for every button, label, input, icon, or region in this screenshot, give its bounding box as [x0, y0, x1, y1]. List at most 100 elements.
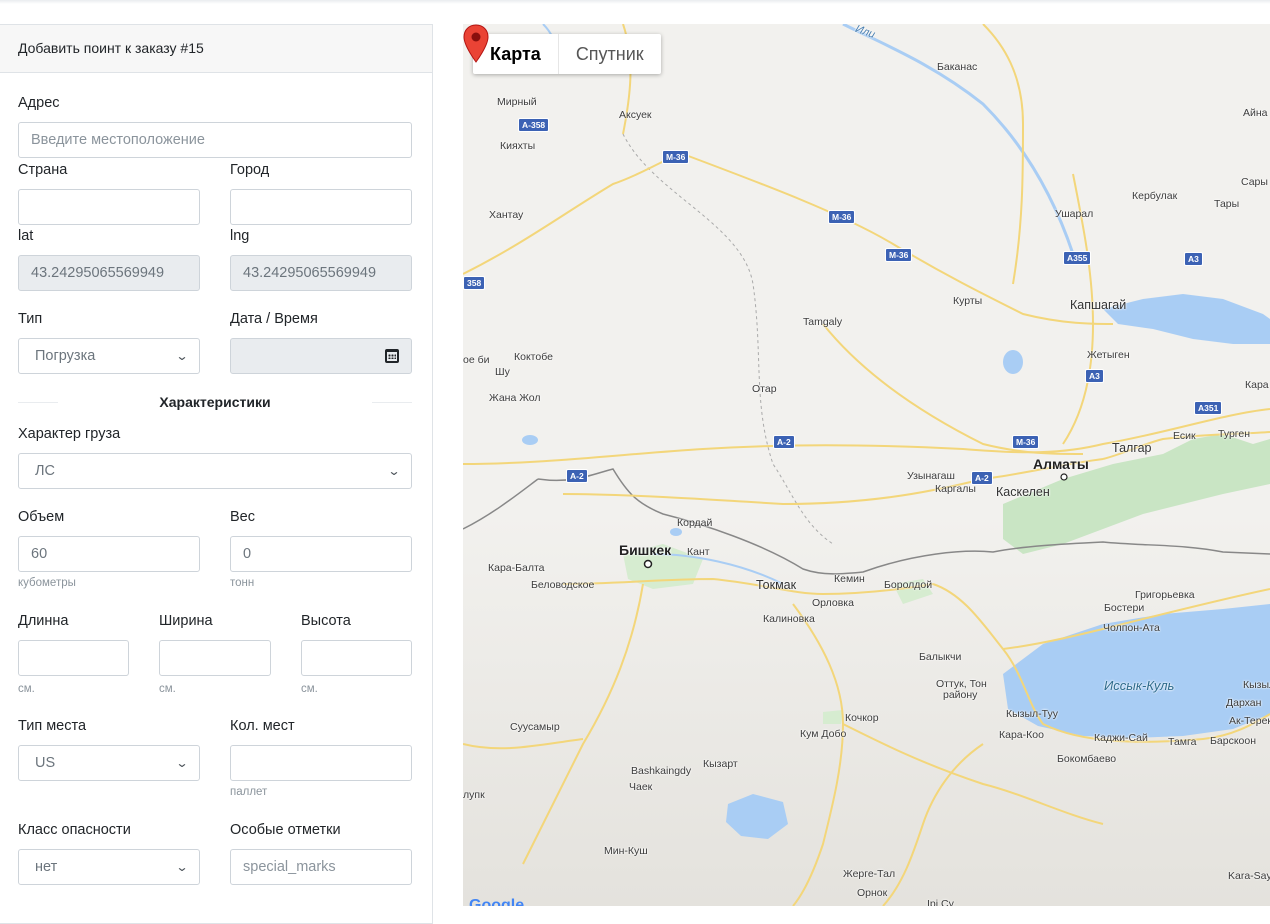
place-type-select[interactable]: US ⌄	[18, 745, 200, 781]
place-label: Сары	[1241, 176, 1268, 188]
datetime-label: Дата / Время	[230, 311, 318, 327]
place-label: Кызарт	[703, 758, 738, 770]
type-select[interactable]: Погрузка ⌄	[18, 338, 200, 374]
country-input[interactable]	[18, 189, 200, 225]
road-shield: A3	[1184, 252, 1203, 266]
place-label: Кияхты	[500, 140, 536, 152]
hazard-class-select[interactable]: нет ⌄	[18, 849, 200, 885]
place-label: Чолпон-Ата	[1103, 622, 1160, 634]
place-label: Кызыл-Туу	[1006, 708, 1058, 720]
place-label: Каскелен	[996, 485, 1050, 499]
place-label: Кочкор	[845, 712, 879, 724]
section-title: Характеристики	[159, 394, 271, 410]
google-logo[interactable]: Google	[469, 897, 524, 906]
place-label: Орловка	[812, 597, 854, 609]
place-label: Кемин	[834, 573, 865, 585]
weight-unit: тонн	[230, 577, 255, 589]
place-label: Чаек	[629, 781, 653, 793]
cargo-nature-value: ЛС	[35, 463, 55, 479]
place-label: Талгар	[1112, 441, 1152, 455]
chevron-down-icon: ⌄	[175, 756, 189, 770]
country-label: Страна	[18, 162, 68, 178]
forest-area	[823, 710, 843, 724]
place-label: Каргалы	[935, 483, 976, 495]
lat-input[interactable]: 43.24295065569949	[18, 255, 200, 291]
place-label: Жана Жол	[489, 392, 541, 404]
small-lake	[670, 528, 682, 536]
place-label: Кара-Коо	[999, 729, 1044, 741]
place-label: Каджи-Сай	[1094, 732, 1148, 744]
hazard-class-value: нет	[35, 859, 58, 875]
place-label: Kara-Say	[1228, 870, 1270, 882]
road-shield: M-36	[885, 248, 913, 262]
place-label: Жетыген	[1087, 349, 1130, 361]
height-label: Высота	[301, 613, 351, 629]
place-label: Григорьевка	[1135, 589, 1195, 601]
datetime-input[interactable]	[230, 338, 412, 374]
map-type-satellite-button[interactable]: Спутник	[559, 34, 661, 74]
place-label: ое би	[463, 354, 490, 366]
place-label: Дархан	[1226, 697, 1262, 709]
volume-unit: кубометры	[18, 577, 76, 589]
place-label: Есик	[1173, 430, 1196, 442]
place-label: Bashkaingdy	[631, 765, 692, 777]
road-shield: M-36	[662, 150, 690, 164]
road-shield: A3	[1085, 369, 1104, 383]
weight-input[interactable]: 0	[230, 536, 412, 572]
place-label: Беловодское	[531, 579, 595, 591]
volume-input[interactable]: 60	[18, 536, 200, 572]
small-lake	[522, 435, 538, 445]
place-label: Барскоон	[1210, 735, 1257, 747]
road-shield: A-2	[773, 435, 795, 449]
address-input[interactable]: Введите местоположение	[18, 122, 412, 158]
special-marks-label: Особые отметки	[230, 822, 341, 838]
place-label: Тары	[1214, 198, 1240, 210]
special-marks-input[interactable]: special_marks	[230, 849, 412, 885]
location-pin-icon[interactable]	[463, 24, 489, 64]
place-label: Токмак	[756, 578, 797, 592]
map-view[interactable]: Карта Спутник A-358 M-36 M-36 M-36 A355 …	[463, 24, 1270, 906]
width-unit: см.	[159, 683, 176, 695]
lng-label: lng	[230, 228, 250, 244]
volume-label: Объем	[18, 509, 65, 525]
cargo-nature-label: Характер груза	[18, 426, 121, 442]
height-input[interactable]	[301, 640, 412, 676]
place-label: Кербулак	[1132, 190, 1178, 202]
length-label: Длинна	[18, 613, 69, 629]
small-lake	[1003, 350, 1023, 374]
type-label: Тип	[18, 311, 43, 327]
place-count-input[interactable]	[230, 745, 412, 781]
place-label: Балыкчи	[919, 651, 962, 663]
address-label: Адрес	[18, 95, 60, 111]
place-label: Кордай	[677, 517, 713, 529]
special-marks-placeholder: special_marks	[243, 859, 336, 875]
city-label: Город	[230, 162, 270, 178]
place-label-almaty: Алматы	[1033, 456, 1089, 472]
place-label: Бокомбаево	[1057, 753, 1117, 765]
calendar-icon[interactable]	[385, 349, 399, 363]
volume-value: 60	[31, 546, 48, 562]
weight-label: Вес	[230, 509, 255, 525]
place-label: Отар	[752, 383, 777, 395]
place-label: Калиновка	[763, 613, 815, 625]
place-label: Шу	[495, 366, 510, 378]
region-border	[622, 133, 834, 545]
place-type-value: US	[35, 755, 56, 771]
lat-label: lat	[18, 228, 34, 244]
road-shield: A-358	[518, 118, 550, 132]
city-input[interactable]	[230, 189, 412, 225]
width-input[interactable]	[159, 640, 271, 676]
cargo-nature-select[interactable]: ЛС ⌄	[18, 453, 412, 489]
place-label: Айна	[1243, 107, 1268, 119]
place-label-bishkek: Бишкек	[619, 542, 672, 558]
length-input[interactable]	[18, 640, 129, 676]
lng-value: 43.24295065569949	[243, 265, 377, 281]
place-type-label: Тип места	[18, 718, 87, 734]
place-label: Мин-Куш	[604, 845, 648, 857]
ili-river	[842, 24, 1075, 255]
lake-label: Иссык-Куль	[1104, 678, 1175, 693]
place-label: Ак-Терек	[1229, 715, 1270, 727]
lng-input[interactable]: 43.24295065569949	[230, 255, 412, 291]
map-type-control: Карта Спутник	[473, 34, 661, 74]
length-unit: см.	[18, 683, 35, 695]
